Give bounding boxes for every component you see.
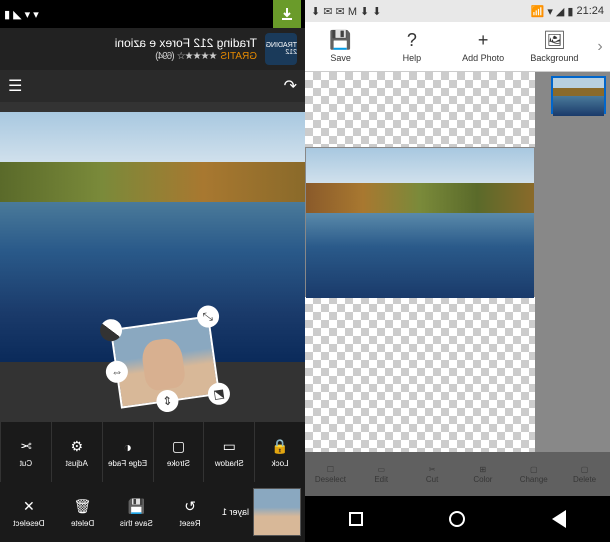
close-icon: ✕ [19, 497, 39, 517]
flip-handle-icon[interactable]: ◩ [207, 381, 232, 406]
help-button[interactable]: ?Help [376, 30, 447, 63]
stretch-h-handle-icon[interactable]: ⇔ [104, 359, 129, 384]
cut-button[interactable]: ✂Cut [407, 452, 458, 496]
status-icons: ▾ ▾ ◢ ▮ [4, 8, 39, 21]
edit-button[interactable]: ▭Edit [356, 452, 407, 496]
reset-button[interactable]: ↻Reset [165, 497, 215, 528]
image-icon: 🖼 [543, 30, 566, 51]
app-header: ↶ ☰ [0, 70, 305, 102]
edge-fade-button[interactable]: ◐Edge Fade [102, 422, 153, 482]
save-this-button[interactable]: 💾Save this [112, 497, 162, 528]
edit-toolbar: ☐Deselect ▭Edit ✂Cut ⊞Color ▢Change ▢Del… [305, 452, 610, 496]
delete-button[interactable]: ▢Delete [559, 452, 610, 496]
status-icons-left: ⬇ ✉ ✉ M ⬇ ⬇ [311, 5, 382, 18]
home-button[interactable] [437, 511, 477, 527]
menu-icon[interactable]: ☰ [8, 76, 22, 96]
status-bar: ▾ ▾ ◢ ▮ [0, 0, 305, 28]
recent-apps-button[interactable] [336, 512, 376, 526]
layer-bar: layer 1 ↻Reset 💾Save this 🗑Delete ✕Desel… [0, 482, 305, 542]
stretch-v-handle-icon[interactable]: ⇕ [155, 389, 180, 414]
adjust-button[interactable]: ⚙Adjust [51, 422, 102, 482]
stroke-button[interactable]: ▢Stroke [153, 422, 204, 482]
ad-stars: ★★★★☆ [178, 51, 218, 62]
android-navbar [305, 496, 610, 542]
change-button[interactable]: ▢Change [508, 452, 559, 496]
deselect-button[interactable]: ✕Deselect [4, 497, 54, 528]
clock: 21:24 [576, 5, 604, 18]
ad-banner[interactable]: TRADING 212 Trading 212 Forex e azioni G… [0, 28, 305, 70]
reset-icon: ↻ [180, 497, 200, 517]
editor-canvas[interactable] [305, 72, 610, 452]
lock-button[interactable]: 🔒Lock [254, 422, 305, 482]
download-icon[interactable] [273, 0, 301, 28]
editor-canvas[interactable]: ⤢ ◩ ⇔ ⇕ [0, 102, 305, 422]
help-icon: ? [407, 30, 417, 51]
ad-logo: TRADING 212 [265, 33, 297, 65]
save-icon: 💾 [329, 30, 351, 51]
overlay-photo-selection[interactable]: ⤢ ◩ ⇔ ⇕ [110, 315, 220, 408]
tool-toolbar: 🔒Lock ▭Shadow ▢Stroke ◐Edge Fade ⚙Adjust… [0, 422, 305, 482]
layer-label: layer 1 [219, 507, 249, 517]
placed-photo[interactable] [305, 147, 535, 297]
save-button[interactable]: 💾Save [305, 30, 376, 63]
delete-button[interactable]: 🗑Delete [58, 497, 108, 528]
lock-icon: 🔒 [270, 437, 290, 457]
color-button[interactable]: ⊞Color [457, 452, 508, 496]
trash-icon: 🗑 [73, 497, 93, 517]
save-icon: 💾 [126, 497, 146, 517]
shadow-button[interactable]: ▭Shadow [203, 422, 254, 482]
ad-badge: GRATIS [221, 51, 257, 62]
app-toolbar: 💾Save ?Help +Add Photo 🖼Background › [305, 22, 610, 72]
plus-icon: + [478, 30, 489, 51]
back-button[interactable] [539, 510, 579, 528]
fade-icon: ◐ [118, 437, 138, 457]
left-phone-screen: ▾ ▾ ◢ ▮ TRADING 212 Trading 212 Forex e … [0, 0, 305, 542]
right-phone-screen: ⬇ ✉ ✉ M ⬇ ⬇ 📶 ▾ ◢ ▮ 21:24 💾Save ?Help +A… [305, 0, 610, 542]
status-icons-right: 📶 ▾ ◢ ▮ 21:24 [531, 5, 604, 18]
adjust-icon: ⚙ [67, 437, 87, 457]
add-photo-button[interactable]: +Add Photo [448, 30, 519, 63]
cut-icon: ✂ [16, 437, 36, 457]
cut-button[interactable]: ✂Cut [0, 422, 51, 482]
chevron-right-icon[interactable]: › [590, 38, 610, 56]
status-bar: ⬇ ✉ ✉ M ⬇ ⬇ 📶 ▾ ◢ ▮ 21:24 [305, 0, 610, 22]
shadow-icon: ▭ [219, 437, 239, 457]
layer-thumbnail[interactable] [551, 76, 606, 114]
undo-icon[interactable]: ↶ [284, 76, 297, 96]
stroke-icon: ▢ [168, 437, 188, 457]
deselect-button[interactable]: ☐Deselect [305, 452, 356, 496]
ad-title: Trading 212 Forex e azioni [8, 36, 257, 50]
ad-rating-count: (694) [156, 51, 174, 62]
background-button[interactable]: 🖼Background [519, 30, 590, 63]
layer-thumbnail[interactable] [253, 488, 301, 536]
